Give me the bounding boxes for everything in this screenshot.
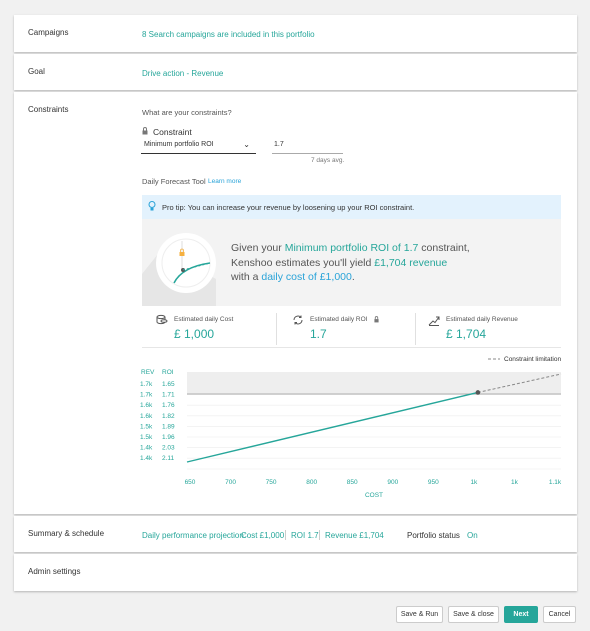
constraints-question: What are your constraints?: [142, 108, 232, 117]
msg-part: Given your: [231, 242, 285, 254]
forecast-message: Given your Minimum portfolio ROI of 1.7 …: [231, 241, 551, 285]
lock-icon: [142, 127, 148, 135]
chart-legend: Constraint limitation: [488, 356, 561, 363]
x-tick-label: 1k: [511, 479, 519, 486]
goal-label: Goal: [28, 67, 45, 76]
msg-cost-highlight: daily cost of £1,000: [261, 271, 352, 283]
goal-section[interactable]: Goal Drive action - Revenue: [14, 54, 577, 90]
campaigns-value[interactable]: 8 Search campaigns are included in this …: [142, 30, 315, 39]
save-and-run-button[interactable]: Save & Run: [396, 606, 443, 623]
rev-tick-label: 1.7k: [140, 392, 153, 399]
roi-tick-label: 1.65: [162, 381, 175, 388]
metric-value: £ 1,000: [174, 327, 215, 341]
summary-section[interactable]: Summary & schedule Daily performance pro…: [14, 516, 577, 552]
growth-icon: [428, 316, 440, 326]
current-point-marker: [475, 390, 481, 395]
admin-settings-section[interactable]: Admin settings: [14, 554, 577, 591]
lightbulb-icon: [148, 201, 156, 211]
summary-label: Summary & schedule: [28, 529, 105, 538]
metrics-divider: [142, 347, 561, 348]
pro-tip-banner: Pro tip: You can increase your revenue b…: [142, 195, 561, 219]
metric-divider: [276, 313, 277, 345]
msg-part: Kenshoo estimates you'll yield: [231, 256, 375, 269]
roi-input[interactable]: 1.7: [272, 138, 343, 154]
admin-settings-label: Admin settings: [28, 567, 81, 576]
portfolio-status-label: Portfolio status: [407, 531, 460, 540]
learn-more-link[interactable]: Learn more: [208, 178, 241, 185]
next-button[interactable]: Next: [504, 606, 538, 623]
x-tick-label: 1k: [470, 479, 478, 486]
msg-revenue-highlight: £1,704 revenue: [374, 256, 448, 269]
revenue-series-line: [186, 391, 479, 463]
x-tick-label: 800: [306, 479, 317, 486]
lock-icon: [374, 316, 379, 323]
metric-label: Estimated daily ROI: [310, 316, 368, 323]
gauge-illustration: [142, 233, 216, 306]
projection-label: Daily performance projection:: [142, 531, 247, 540]
rev-tick-label: 1.5k: [140, 423, 153, 430]
metric-daily-cost: Estimated daily Cost £ 1,000: [156, 313, 266, 346]
x-axis-label: COST: [365, 492, 383, 499]
pro-tip-text: Pro tip: You can increase your revenue b…: [162, 203, 415, 212]
metric-value: £ 1,704: [446, 327, 487, 341]
msg-part: .: [351, 271, 355, 283]
metric-value: 1.7: [310, 327, 327, 341]
projection-roi: ROI 1.7: [291, 531, 319, 540]
msg-part: with a: [231, 271, 262, 283]
projection-divider: [319, 530, 320, 540]
forecast-tool-label: Daily Forecast Tool: [142, 177, 206, 186]
x-tick-label: 900: [387, 479, 398, 486]
x-tick-label: 850: [347, 479, 358, 486]
constraints-label: Constraints: [28, 105, 69, 114]
projection-revenue: Revenue £1,704: [325, 531, 384, 540]
chart-grid: [187, 383, 561, 470]
rev-tick-label: 1.4k: [140, 455, 153, 462]
input-hint: 7 days avg.: [311, 157, 345, 164]
metric-divider: [415, 313, 416, 345]
roi-axis-header: ROI: [162, 369, 174, 376]
rev-tick-label: 1.5k: [140, 434, 153, 441]
roi-tick-label: 1.82: [162, 413, 175, 420]
rev-tick-label: 1.4k: [140, 445, 153, 452]
roi-tick-label: 1.96: [162, 434, 175, 441]
portfolio-status-value[interactable]: On: [467, 531, 478, 540]
roi-tick-label: 2.03: [162, 445, 175, 452]
x-tick-label: 650: [185, 479, 196, 486]
x-tick-label: 950: [428, 479, 439, 486]
rev-tick-label: 1.6k: [140, 402, 153, 409]
constraint-select-value: Minimum portfolio ROI: [144, 141, 214, 148]
goal-value[interactable]: Drive action - Revenue: [142, 69, 223, 78]
rev-axis-header: REV: [141, 369, 155, 376]
forecast-chart: Constraint limitation REV ROI 1.7k 1.65 1.…: [140, 356, 562, 499]
roi-tick-label: 1.89: [162, 423, 175, 430]
metric-label: Estimated daily Cost: [174, 316, 234, 323]
metric-daily-revenue: Estimated daily Revenue £ 1,704: [428, 313, 558, 346]
campaigns-section[interactable]: Campaigns 8 Search campaigns are include…: [14, 15, 577, 52]
roi-tick-label: 1.71: [162, 392, 175, 399]
chevron-down-icon: ⌄: [243, 140, 250, 149]
metric-daily-roi: Estimated daily ROI 1.7: [292, 313, 412, 346]
projection-cost: Cost £1,000: [241, 531, 285, 540]
metric-label: Estimated daily Revenue: [446, 316, 518, 323]
constraint-select[interactable]: Minimum portfolio ROI ⌄: [141, 138, 256, 154]
projection-divider: [285, 530, 286, 540]
campaigns-label: Campaigns: [28, 28, 69, 37]
rev-tick-label: 1.6k: [140, 413, 153, 420]
msg-part: constraint,: [418, 242, 470, 254]
save-and-close-button[interactable]: Save & close: [448, 606, 499, 623]
msg-constraint-highlight: Minimum portfolio ROI of 1.7: [284, 242, 419, 254]
x-tick-label: 1.1k: [549, 479, 562, 486]
rev-tick-label: 1.7k: [140, 381, 153, 388]
forecast-summary-panel: Given your Minimum portfolio ROI of 1.7 …: [142, 219, 561, 306]
x-tick-label: 750: [266, 479, 277, 486]
roi-tick-label: 1.76: [162, 402, 175, 409]
coins-icon: [156, 314, 168, 325]
x-tick-label: 700: [225, 479, 236, 486]
constraint-zone: [187, 372, 561, 394]
refresh-dollar-icon: [293, 315, 303, 325]
cancel-button[interactable]: Cancel: [543, 606, 576, 623]
legend-label: Constraint limitation: [504, 356, 561, 363]
constraint-label: Constraint: [153, 127, 192, 137]
roi-tick-label: 2.11: [162, 455, 175, 462]
